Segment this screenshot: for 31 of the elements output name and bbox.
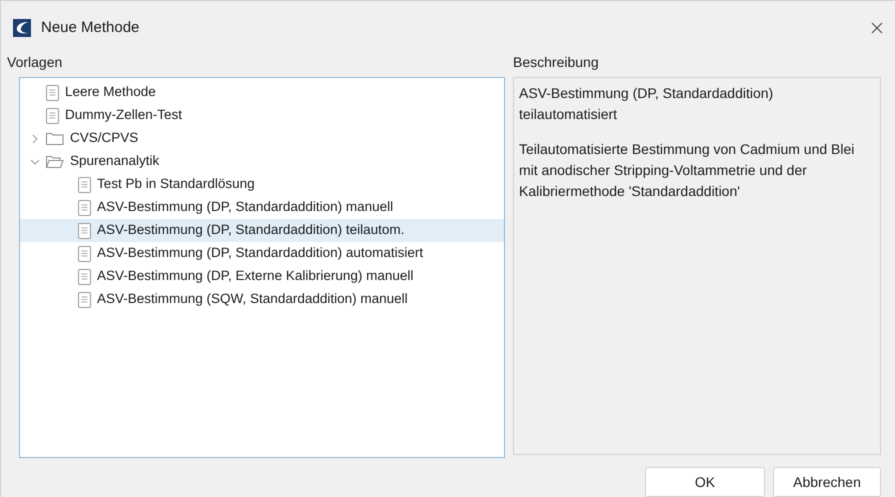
document-icon	[46, 108, 59, 124]
description-text: Teilautomatisierte Bestimmung von Cadmium und Blei mit anodischer Stripping-Voltammetrie und der Kalibriermethode 'Standardaddition'	[519, 140, 856, 201]
chevron-right-icon[interactable]	[30, 134, 40, 144]
tree-item[interactable]: Dummy-Zellen-Test	[20, 104, 504, 127]
tree-item[interactable]: ASV-Bestimmung (DP, Standardaddition) teilautom.	[20, 219, 504, 242]
ok-button[interactable]: OK	[645, 467, 765, 497]
tree-item[interactable]: Spurenanalytik	[20, 150, 504, 173]
document-icon	[78, 268, 91, 284]
section-label: Vorlagen	[7, 52, 64, 72]
cancel-button[interactable]: Abbrechen	[773, 467, 881, 497]
tree-item[interactable]: ASV-Bestimmung (SQW, Standardaddition) manuell	[20, 288, 504, 311]
document-icon	[78, 246, 91, 262]
open-folder-icon	[46, 154, 64, 168]
tree-item[interactable]: Test Pb in Standardlösung	[20, 173, 504, 196]
document-icon	[78, 176, 91, 192]
document-icon	[78, 222, 91, 238]
window-title: Neue Methode	[41, 18, 140, 38]
document-icon	[78, 292, 91, 308]
document-icon	[78, 200, 91, 216]
section-label: Beschreibung	[513, 52, 600, 72]
chevron-down-icon[interactable]	[30, 156, 40, 166]
tree-item[interactable]: ASV-Bestimmung (DP, Externe Kalibrierung) manuell	[20, 265, 504, 288]
tree-item[interactable]: ASV-Bestimmung (DP, Standardaddition) manuell	[20, 196, 504, 219]
tree-item[interactable]: ASV-Bestimmung (DP, Standardaddition) automatisiert	[20, 242, 504, 265]
description-title: ASV-Bestimmung (DP, Standardaddition) teilautomatisiert	[519, 84, 774, 124]
tree-item[interactable]: CVS/CPVS	[20, 127, 504, 150]
document-icon	[46, 84, 59, 100]
tree-item[interactable]: Leere Methode	[20, 81, 504, 104]
close-icon[interactable]	[871, 22, 883, 34]
app-logo-icon	[13, 19, 31, 37]
folder-icon	[46, 132, 64, 146]
